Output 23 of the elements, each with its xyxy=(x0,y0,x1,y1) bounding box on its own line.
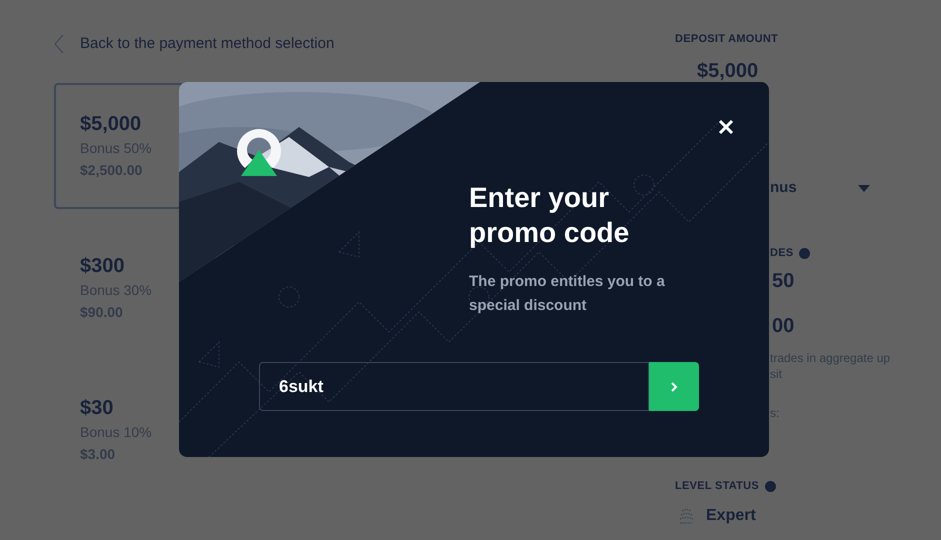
level-text: Expert xyxy=(706,506,756,526)
chevron-left-icon xyxy=(54,34,64,54)
amount-text: $5,000 xyxy=(80,112,142,136)
close-icon xyxy=(718,119,734,135)
section-heading: DES xyxy=(770,246,794,261)
chevron-right-icon xyxy=(670,380,678,392)
amount-text: $300 xyxy=(80,254,124,278)
help-icon[interactable] xyxy=(799,248,810,258)
section-heading: DEPOSIT AMOUNT xyxy=(675,32,778,47)
modal-title: Enter your promo code xyxy=(469,181,630,250)
value-text: 00 xyxy=(772,314,794,339)
bonus-dropdown[interactable]: nus xyxy=(770,177,890,199)
promo-code-field[interactable]: 6sukt xyxy=(259,362,649,411)
level-icon xyxy=(679,508,694,524)
deposit-value: $5,000 xyxy=(697,59,758,84)
modal-subtitle: The promo entitles you to a special discount xyxy=(469,272,666,316)
caret-down-icon xyxy=(858,184,870,192)
back-link[interactable]: Back to the payment method selection xyxy=(54,33,675,56)
help-icon[interactable] xyxy=(764,480,776,492)
value-text: 50 xyxy=(772,269,794,294)
section-heading: LEVEL STATUS xyxy=(675,479,759,494)
logo-icon xyxy=(235,128,283,176)
amount-text: $30 xyxy=(80,396,114,420)
